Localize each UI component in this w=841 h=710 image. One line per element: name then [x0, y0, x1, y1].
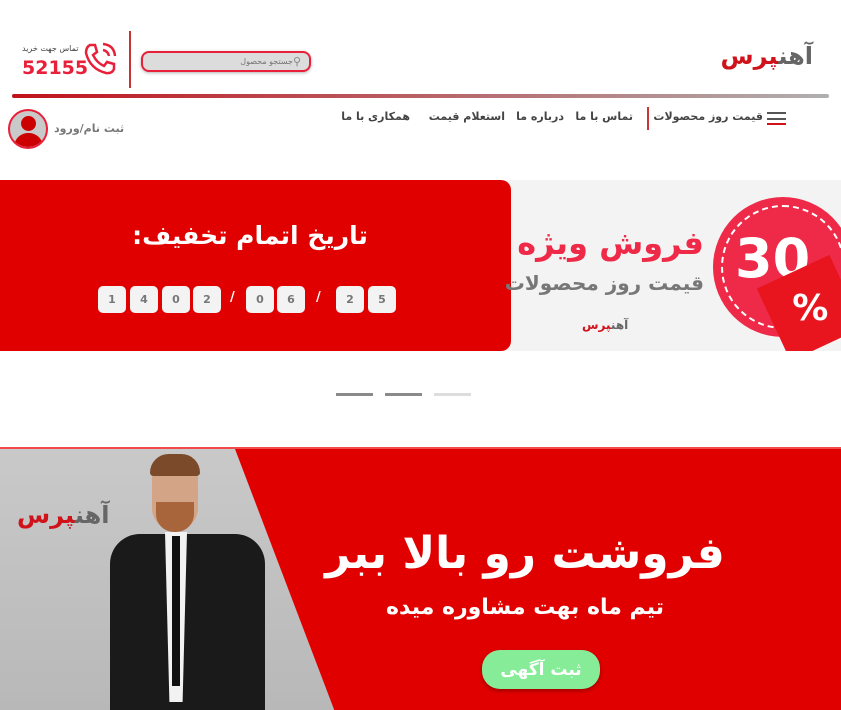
- nav-daily-prices[interactable]: قیمت روز محصولات: [653, 110, 763, 123]
- login-link[interactable]: ثبت نام/ورود: [54, 122, 124, 135]
- logo-part1: آهن: [610, 318, 629, 332]
- businessman-image: [110, 454, 270, 710]
- slider-dot-1[interactable]: [336, 393, 373, 396]
- search-box[interactable]: ⚲: [141, 51, 311, 72]
- search-icon: ⚲: [292, 55, 301, 68]
- promo-title: فروشت رو بالا ببر: [325, 528, 725, 579]
- countdown-digit: 0: [246, 286, 274, 313]
- countdown-separator: /: [316, 290, 321, 305]
- logo[interactable]: آهنپرس: [720, 42, 813, 70]
- percent-sign: %: [791, 287, 829, 329]
- header-rule: [12, 94, 829, 98]
- promo-subtitle: تیم ماه بهت مشاوره میده: [386, 595, 664, 620]
- phone-number[interactable]: 52155: [22, 57, 88, 79]
- logo-part1: آهن: [74, 501, 110, 529]
- countdown-digit: 4: [130, 286, 158, 313]
- slider-dot-2[interactable]: [385, 393, 422, 396]
- hero-logo: آهنپرس: [582, 318, 628, 332]
- logo-part1: آهن: [778, 42, 813, 70]
- countdown-digit: 2: [193, 286, 221, 313]
- avatar[interactable]: [8, 109, 48, 149]
- logo-part2: پرس: [17, 501, 75, 529]
- promo-logo: آهنپرس: [17, 501, 110, 529]
- countdown-title: تاریخ اتمام تخفیف:: [132, 221, 368, 250]
- menu-icon[interactable]: [767, 112, 786, 125]
- nav-price-inquiry[interactable]: استعلام قیمت: [429, 110, 505, 123]
- countdown-digit: 2: [336, 286, 364, 313]
- search-input[interactable]: [172, 57, 293, 66]
- sale-subtitle: قیمت روز محصولات: [504, 271, 704, 295]
- logo-part2: پرس: [582, 318, 611, 332]
- header-divider: [129, 31, 131, 88]
- slider-dot-3-active[interactable]: [434, 393, 471, 396]
- sale-title: فروش ویژه: [517, 224, 704, 262]
- countdown-digit: 5: [368, 286, 396, 313]
- hero-banner[interactable]: 30 %: [0, 180, 841, 351]
- countdown-panel: [0, 180, 511, 351]
- nav-divider: [647, 107, 649, 130]
- contact-label: تماس جهت خرید: [22, 44, 79, 53]
- logo-part2: پرس: [720, 42, 779, 70]
- post-ad-button[interactable]: ثبت آگهی: [482, 650, 600, 689]
- countdown-digit: 6: [277, 286, 305, 313]
- nav-about[interactable]: درباره ما: [516, 110, 564, 123]
- phone-icon: [82, 41, 118, 77]
- countdown-digit: 0: [162, 286, 190, 313]
- nav-contact[interactable]: تماس با ما: [575, 110, 633, 123]
- countdown-separator: /: [230, 290, 235, 305]
- nav-cooperation[interactable]: همکاری با ما: [341, 110, 410, 123]
- countdown-digit: 1: [98, 286, 126, 313]
